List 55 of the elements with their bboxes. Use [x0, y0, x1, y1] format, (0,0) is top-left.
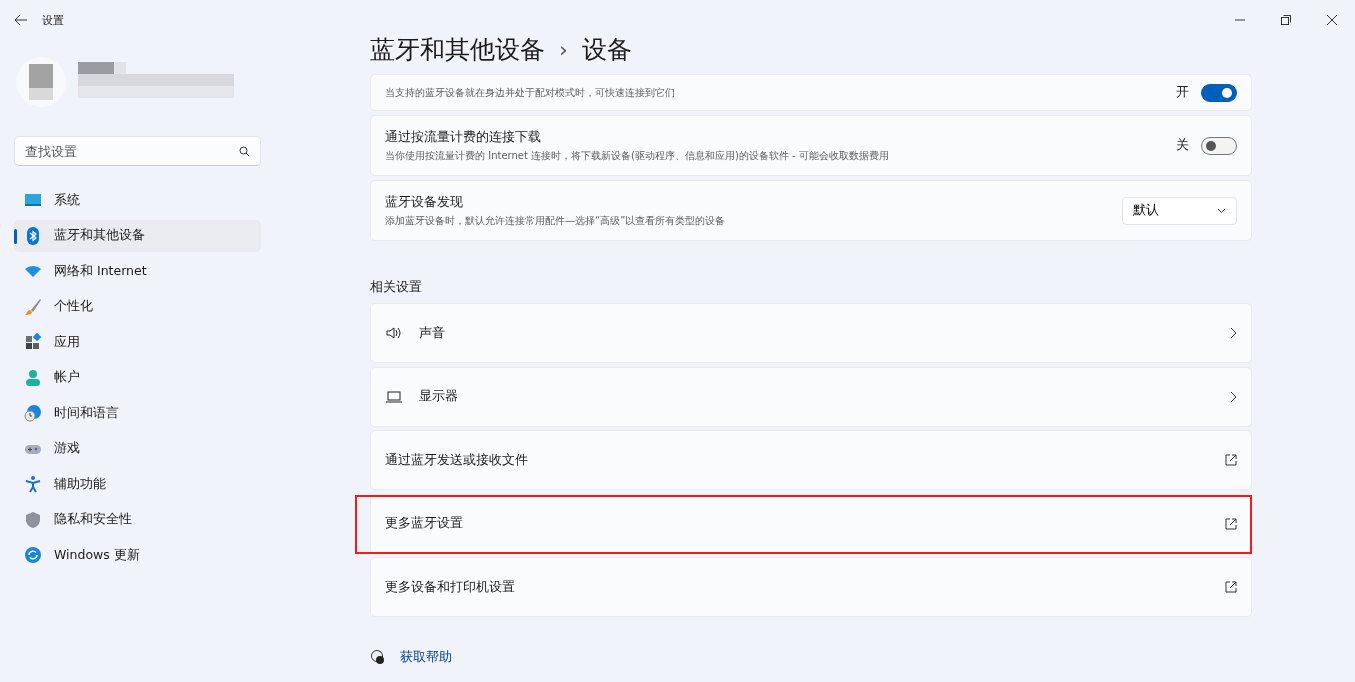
sidebar-item[interactable]: 个性化: [14, 290, 261, 323]
sidebar-item[interactable]: 应用: [14, 326, 261, 358]
speaker-icon: [385, 324, 403, 342]
avatar: [16, 57, 66, 107]
toggle-switch[interactable]: [1201, 136, 1237, 155]
window-title: 设置: [42, 12, 64, 28]
dropdown[interactable]: 默认: [1122, 196, 1237, 225]
external-link-icon: [1225, 454, 1237, 466]
setting-title: 蓝牙设备发现: [385, 193, 464, 211]
help-icon: [370, 649, 386, 665]
external-link-icon: [1225, 581, 1237, 593]
page-title: 设备: [581, 33, 632, 66]
chevron-right-icon: [1229, 390, 1237, 403]
sidebar-item[interactable]: Windows 更新: [14, 539, 261, 571]
back-arrow-icon[interactable]: [14, 14, 28, 26]
sidebar-item[interactable]: 辅助功能: [14, 468, 261, 500]
sidebar-item[interactable]: 网络和 Internet: [14, 255, 261, 287]
related-setting-row[interactable]: 更多蓝牙设置: [370, 493, 1252, 554]
search-icon: [239, 146, 250, 157]
related-setting-row[interactable]: 显示器: [370, 366, 1252, 427]
bluetooth-icon: [24, 226, 42, 245]
sidebar-item[interactable]: 系统: [14, 184, 261, 216]
monitor-icon: [24, 191, 42, 209]
globe-clock-icon: [24, 404, 42, 422]
breadcrumb-parent[interactable]: 蓝牙和其他设备: [370, 32, 545, 66]
shield-icon: [24, 510, 42, 529]
related-setting-row[interactable]: 声音: [370, 303, 1252, 363]
accessibility-icon: [24, 475, 42, 493]
search-field[interactable]: 查找设置: [14, 136, 261, 166]
help-link[interactable]: 获取帮助: [400, 648, 452, 666]
sidebar-item[interactable]: 时间和语言: [14, 397, 261, 429]
section-heading: 相关设置: [370, 279, 423, 296]
sidebar-item[interactable]: 蓝牙和其他设备: [14, 219, 261, 252]
toggle-switch[interactable]: [1201, 83, 1237, 102]
chevron-right-icon: [1229, 327, 1237, 339]
sidebar-item[interactable]: 游戏: [14, 432, 261, 465]
external-link-icon: [1225, 517, 1237, 530]
setting-description: 当支持的蓝牙设备就在身边并处于配对模式时，可快速连接到它们: [385, 85, 676, 100]
update-icon: [24, 546, 42, 564]
sidebar-item[interactable]: 隐私和安全性: [14, 503, 261, 536]
restore-icon[interactable]: [1281, 15, 1291, 25]
person-icon: [24, 368, 42, 387]
related-setting-row[interactable]: 更多设备和打印机设置: [370, 557, 1252, 617]
sidebar-item[interactable]: 帐户: [14, 361, 261, 394]
chevron-down-icon: [1217, 207, 1226, 214]
setting-description: 当你使用按流量计费的 Internet 连接时，将下载新设备(驱动程序、信息和应用)的设备软件 - 可能会收取数据费用: [385, 149, 890, 163]
setting-description: 添加蓝牙设备时，默认允许连接常用配件—选择“高级”以查看所有类型的设备: [385, 214, 727, 228]
toggle-state-label: 关: [1176, 137, 1189, 154]
related-setting-row[interactable]: 通过蓝牙发送或接收文件: [370, 430, 1252, 490]
breadcrumb-separator: ›: [559, 36, 568, 62]
close-icon[interactable]: [1327, 15, 1337, 25]
setting-title: 通过按流量计费的连接下载: [385, 128, 542, 146]
apps-icon: [24, 333, 42, 351]
toggle-state-label: 开: [1176, 84, 1189, 101]
brush-icon: [24, 297, 42, 316]
